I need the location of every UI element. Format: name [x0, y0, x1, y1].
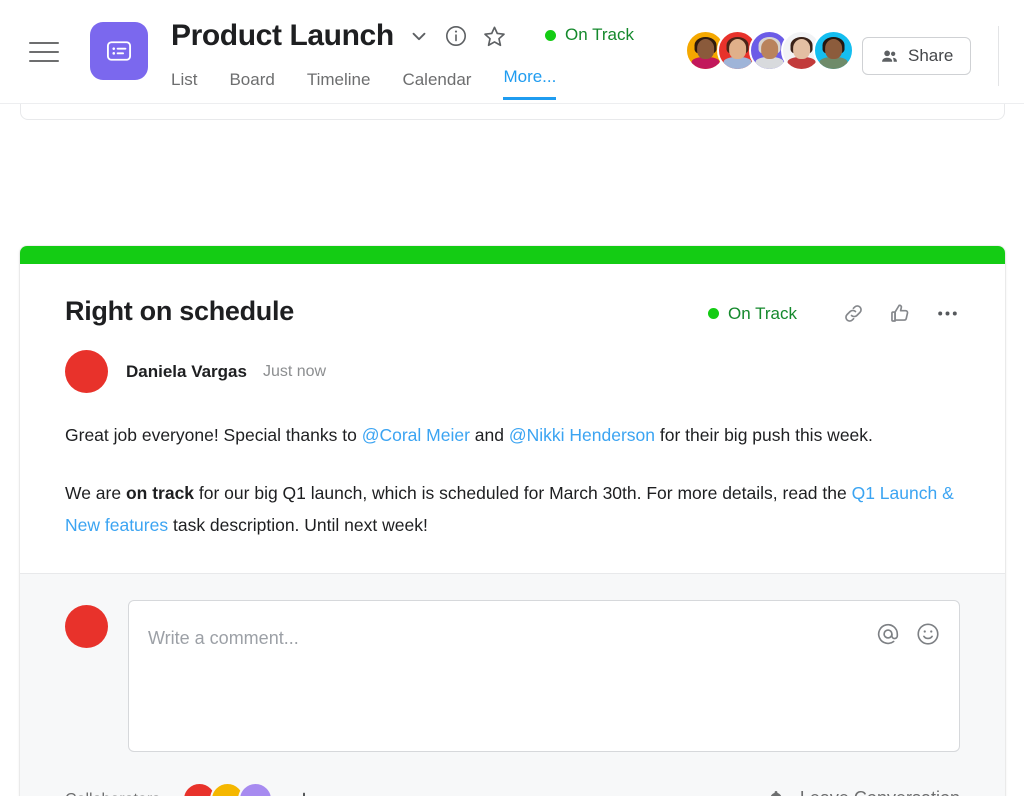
tab-timeline[interactable]: Timeline — [307, 66, 371, 100]
tab-more[interactable]: More... — [503, 63, 557, 100]
project-list-icon[interactable] — [90, 22, 148, 80]
view-tabs: List Board Timeline Calendar More... — [171, 63, 588, 100]
at-mention-icon[interactable] — [875, 621, 901, 647]
avatar-head — [696, 39, 715, 59]
smiley-face-icon[interactable] — [915, 621, 941, 647]
text-segment: for our big Q1 launch, which is schedule… — [194, 483, 852, 503]
info-circle-icon[interactable] — [444, 24, 468, 48]
project-title-block: Product Launch List Board Timeline Calen… — [171, 14, 588, 100]
avatar[interactable] — [813, 30, 854, 71]
avatar-body — [691, 57, 720, 69]
card-body: Right on schedule On Track Daniela Varga… — [20, 264, 1005, 573]
text-segment: We are — [65, 483, 126, 503]
mention-nikki-henderson[interactable]: @Nikki Henderson — [509, 425, 655, 445]
title-row: Product Launch — [171, 14, 588, 58]
share-label: Share — [908, 46, 954, 65]
hamburger-menu-icon[interactable] — [29, 42, 59, 62]
card-status-badge[interactable]: On Track — [708, 304, 797, 324]
add-collaborator-button[interactable] — [293, 789, 315, 796]
comment-placeholder: Write a comment... — [148, 628, 299, 648]
status-dot — [545, 29, 556, 41]
text-segment: task description. Until next week! — [168, 515, 428, 535]
message-paragraph-1: Great job everyone! Special thanks to @C… — [65, 419, 960, 451]
collaborators-row: Collaborators — [65, 752, 960, 796]
card-title: Right on schedule — [65, 296, 294, 326]
previous-card-sliver — [20, 104, 1005, 120]
conversation-scroll-area: Right on schedule On Track Daniela Varga… — [0, 104, 1024, 796]
status-dot — [708, 308, 720, 319]
star-outline-icon[interactable] — [482, 24, 507, 49]
card-header: Right on schedule On Track — [65, 294, 960, 328]
author-row: Daniela Vargas Just now — [65, 350, 960, 393]
avatar-head — [760, 39, 779, 59]
hamburger-line — [29, 42, 59, 44]
avatar[interactable] — [238, 782, 274, 796]
collaborators-label: Collaborators — [65, 791, 160, 796]
avatar-body — [723, 57, 752, 69]
avatar[interactable] — [65, 605, 108, 648]
tab-calendar[interactable]: Calendar — [402, 66, 471, 100]
header-divider — [998, 26, 999, 86]
text-segment: Great job everyone! Special thanks to — [65, 425, 362, 445]
avatar-head — [792, 39, 811, 59]
avatar-body — [755, 57, 784, 69]
status-update-card: Right on schedule On Track Daniela Varga… — [20, 246, 1005, 796]
thumbs-up-icon[interactable] — [888, 301, 913, 326]
avatar-body — [819, 57, 848, 69]
status-label: On Track — [565, 25, 634, 44]
mention-coral-meier[interactable]: @Coral Meier — [362, 425, 470, 445]
member-avatar-group — [685, 30, 854, 71]
tab-list[interactable]: List — [171, 66, 197, 100]
comment-toolbar — [861, 621, 941, 647]
comment-section: Write a comment... — [20, 573, 1005, 796]
copy-link-icon[interactable] — [841, 301, 866, 326]
collaborators-group: Collaborators — [65, 782, 315, 796]
hamburger-line — [29, 60, 59, 62]
share-button[interactable]: Share — [862, 37, 972, 75]
hamburger-line — [29, 51, 59, 53]
bell-icon — [764, 788, 788, 796]
bold-text: on track — [125, 483, 195, 503]
card-status-bar — [20, 246, 1005, 264]
author-name: Daniela Vargas — [126, 361, 247, 381]
chevron-down-icon[interactable] — [408, 25, 430, 47]
avatar-body — [787, 57, 816, 69]
comment-input[interactable]: Write a comment... — [128, 600, 960, 752]
comment-row: Write a comment... — [65, 600, 960, 752]
timestamp: Just now — [262, 362, 327, 380]
card-action-bar: On Track — [708, 294, 960, 326]
text-segment: for their big push this week. — [655, 425, 873, 445]
avatar-head — [728, 39, 747, 59]
message-paragraph-2: We are on track for our big Q1 launch, w… — [65, 477, 960, 541]
text-segment: and — [469, 425, 509, 445]
more-options-icon[interactable] — [935, 301, 960, 326]
collaborator-avatars — [182, 782, 274, 796]
page-title: Product Launch — [171, 19, 394, 52]
avatar-head — [824, 39, 843, 59]
avatar[interactable] — [65, 350, 108, 393]
app-header: Product Launch List Board Timeline Calen… — [0, 0, 1024, 104]
leave-conversation-button[interactable]: Leave Conversation — [764, 788, 960, 796]
status-label: On Track — [728, 303, 797, 323]
leave-conversation-label: Leave Conversation — [800, 788, 960, 796]
tab-board[interactable]: Board — [229, 66, 274, 100]
project-status-badge[interactable]: On Track — [545, 25, 634, 45]
people-icon — [880, 47, 899, 66]
